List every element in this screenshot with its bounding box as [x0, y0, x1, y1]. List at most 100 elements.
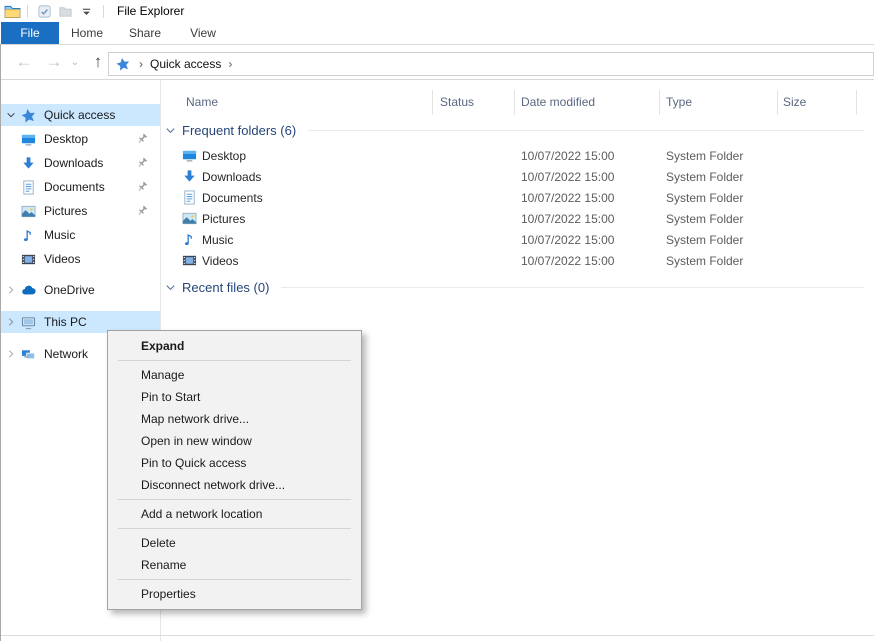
- sidebar-item-label: Music: [44, 228, 160, 242]
- group-header-rule: [281, 287, 864, 288]
- back-button[interactable]: ←: [12, 45, 36, 79]
- file-type: System Folder: [666, 254, 743, 268]
- file-name: Pictures: [202, 212, 245, 226]
- toolbar-separator: [27, 5, 28, 18]
- tab-file[interactable]: File: [1, 22, 59, 44]
- file-date-modified: 10/07/2022 15:00: [521, 233, 614, 247]
- toolbar-separator: [103, 5, 104, 18]
- sidebar-item-videos[interactable]: Videos: [0, 248, 160, 270]
- menu-item-add-a-network-location[interactable]: Add a network location: [108, 503, 361, 525]
- sidebar-item-music[interactable]: Music: [0, 224, 160, 246]
- file-name: Videos: [202, 254, 238, 268]
- file-name: Music: [202, 233, 233, 247]
- downloads-icon: [182, 169, 198, 185]
- menu-item-expand[interactable]: Expand: [108, 335, 361, 357]
- file-date-modified: 10/07/2022 15:00: [521, 254, 614, 268]
- menu-item-rename[interactable]: Rename: [108, 554, 361, 576]
- sidebar-item-onedrive[interactable]: OneDrive: [0, 279, 160, 301]
- up-button[interactable]: ↑: [86, 45, 110, 79]
- breadcrumb-separator[interactable]: ›: [228, 57, 232, 71]
- column-resize-handle[interactable]: [777, 90, 778, 115]
- group-header-recent-files[interactable]: Recent files (0): [165, 280, 864, 295]
- file-type: System Folder: [666, 212, 743, 226]
- column-resize-handle[interactable]: [856, 90, 857, 115]
- documents-icon: [20, 180, 36, 195]
- menu-separator: [118, 499, 351, 500]
- file-row-documents[interactable]: Documents 10/07/2022 15:00 System Folder: [161, 188, 874, 209]
- column-header-size[interactable]: Size: [783, 95, 806, 109]
- menu-item-properties[interactable]: Properties: [108, 583, 361, 605]
- tab-share[interactable]: Share: [115, 22, 175, 44]
- sidebar-item-label: Desktop: [44, 132, 136, 146]
- file-row-videos[interactable]: Videos 10/07/2022 15:00 System Folder: [161, 251, 874, 272]
- sidebar-item-quick-access[interactable]: Quick access: [0, 104, 160, 126]
- new-folder-quick-action-icon[interactable]: [56, 2, 75, 20]
- column-header-date-modified[interactable]: Date modified: [521, 95, 595, 109]
- pin-icon: [136, 181, 150, 193]
- navigation-bar: ← → ⌄ ↑ › Quick access ›: [0, 45, 874, 80]
- videos-icon: [20, 252, 36, 267]
- chevron-right-icon[interactable]: [5, 285, 17, 295]
- column-resize-handle[interactable]: [659, 90, 660, 115]
- sidebar-item-label: Quick access: [44, 108, 160, 122]
- menu-item-map-network-drive[interactable]: Map network drive...: [108, 408, 361, 430]
- file-date-modified: 10/07/2022 15:00: [521, 149, 614, 163]
- properties-quick-action-icon[interactable]: [35, 2, 54, 20]
- file-date-modified: 10/07/2022 15:00: [521, 170, 614, 184]
- onedrive-cloud-icon: [20, 283, 36, 298]
- this-pc-context-menu: Expand Manage Pin to Start Map network d…: [107, 330, 362, 610]
- chevron-right-icon[interactable]: [5, 317, 17, 327]
- column-resize-handle[interactable]: [432, 90, 433, 115]
- menu-item-pin-to-quick-access[interactable]: Pin to Quick access: [108, 452, 361, 474]
- sidebar-item-desktop[interactable]: Desktop: [0, 128, 160, 150]
- menu-item-pin-to-start[interactable]: Pin to Start: [108, 386, 361, 408]
- file-explorer-logo-icon: [4, 3, 21, 20]
- column-resize-handle[interactable]: [514, 90, 515, 115]
- sidebar-item-label: Videos: [44, 252, 160, 266]
- group-header-label: Frequent folders (6): [182, 123, 296, 138]
- menu-item-open-in-new-window[interactable]: Open in new window: [108, 430, 361, 452]
- status-bar-divider: [0, 635, 874, 636]
- file-row-downloads[interactable]: Downloads 10/07/2022 15:00 System Folder: [161, 167, 874, 188]
- forward-button[interactable]: →: [42, 45, 66, 79]
- group-header-label: Recent files (0): [182, 280, 269, 295]
- sidebar-item-label: This PC: [44, 315, 160, 329]
- sidebar-item-downloads[interactable]: Downloads: [0, 152, 160, 174]
- file-row-pictures[interactable]: Pictures 10/07/2022 15:00 System Folder: [161, 209, 874, 230]
- address-bar[interactable]: › Quick access ›: [108, 52, 874, 76]
- sidebar-item-label: Pictures: [44, 204, 136, 218]
- downloads-icon: [20, 156, 36, 171]
- menu-item-disconnect-network-drive[interactable]: Disconnect network drive...: [108, 474, 361, 496]
- sidebar-item-label: Downloads: [44, 156, 136, 170]
- sidebar-item-documents[interactable]: Documents: [0, 176, 160, 198]
- quick-access-star-icon[interactable]: [116, 57, 132, 71]
- chevron-right-icon[interactable]: [5, 349, 17, 359]
- column-header-type[interactable]: Type: [666, 95, 692, 109]
- network-icon: [20, 347, 36, 362]
- breadcrumb-quick-access[interactable]: Quick access: [150, 57, 221, 71]
- menu-item-manage[interactable]: Manage: [108, 364, 361, 386]
- recent-locations-dropdown-icon[interactable]: ⌄: [68, 45, 82, 79]
- menu-item-delete[interactable]: Delete: [108, 532, 361, 554]
- breadcrumb-separator[interactable]: ›: [139, 57, 143, 71]
- sidebar-item-pictures[interactable]: Pictures: [0, 200, 160, 222]
- videos-icon: [182, 253, 198, 269]
- file-row-desktop[interactable]: Desktop 10/07/2022 15:00 System Folder: [161, 146, 874, 167]
- sidebar-item-label: OneDrive: [44, 283, 160, 297]
- file-row-music[interactable]: Music 10/07/2022 15:00 System Folder: [161, 230, 874, 251]
- column-header-name[interactable]: Name: [186, 95, 218, 109]
- file-name: Documents: [202, 191, 263, 205]
- quick-access-star-icon: [20, 108, 36, 123]
- file-type: System Folder: [666, 149, 743, 163]
- chevron-down-icon[interactable]: [5, 110, 17, 120]
- menu-separator: [118, 579, 351, 580]
- tab-home[interactable]: Home: [59, 22, 115, 44]
- group-header-frequent-folders[interactable]: Frequent folders (6): [165, 123, 864, 138]
- file-type: System Folder: [666, 170, 743, 184]
- column-header-status[interactable]: Status: [440, 95, 474, 109]
- window-left-border: [0, 44, 1, 641]
- customize-quick-access-toolbar-dropdown-icon[interactable]: [77, 2, 96, 20]
- tab-view[interactable]: View: [175, 22, 231, 44]
- title-bar: File Explorer: [0, 0, 874, 22]
- file-date-modified: 10/07/2022 15:00: [521, 212, 614, 226]
